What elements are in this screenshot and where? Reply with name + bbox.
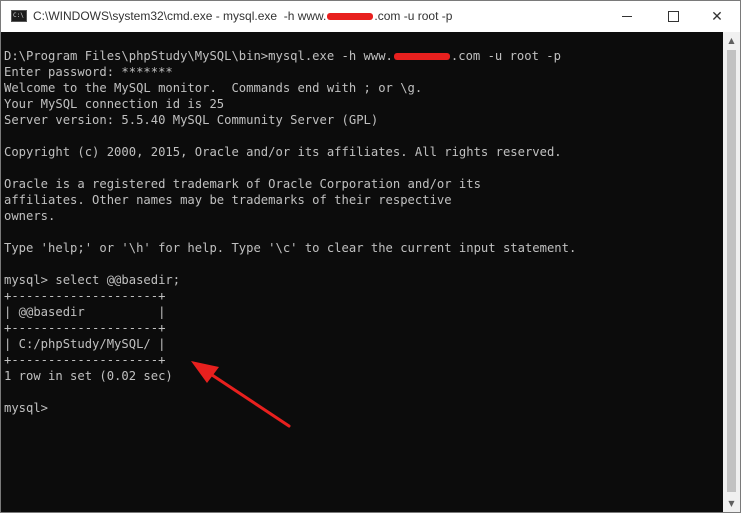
console-line: +--------------------+: [4, 288, 576, 304]
maximize-button[interactable]: [650, 1, 696, 32]
console-line: D:\Program Files\phpStudy\MySQL\bin>mysq…: [4, 48, 576, 64]
console-line-text: D:\Program Files\phpStudy\MySQL\bin>mysq…: [4, 49, 393, 63]
close-icon: ✕: [711, 8, 723, 25]
vertical-scrollbar[interactable]: ▲ ▼: [723, 32, 740, 512]
console-line-text: Enter password: *******: [4, 65, 173, 79]
minimize-icon: [622, 16, 632, 17]
console-line-text: Type 'help;' or '\h' for help. Type '\c'…: [4, 241, 577, 255]
cmd-app-icon[interactable]: C:\: [11, 10, 27, 22]
console-line-text: owners.: [4, 209, 56, 223]
console-line: affiliates. Other names may be trademark…: [4, 192, 576, 208]
console-line: mysql> select @@basedir;: [4, 272, 576, 288]
window-title-suffix: .com -u root -p: [374, 9, 453, 23]
console-line-text: 1 row in set (0.02 sec): [4, 369, 173, 383]
console-line-text: affiliates. Other names may be trademark…: [4, 193, 452, 207]
console-line-text: Welcome to the MySQL monitor. Commands e…: [4, 81, 423, 95]
console-lines: D:\Program Files\phpStudy\MySQL\bin>mysq…: [4, 48, 576, 416]
maximize-icon: [667, 11, 679, 22]
window-title: C:\WINDOWS\system32\cmd.exe - mysql.exe …: [33, 9, 452, 23]
console-line-text: +--------------------+: [4, 353, 166, 367]
console-line: owners.: [4, 208, 576, 224]
scroll-up-arrow-icon[interactable]: ▲: [723, 32, 740, 49]
console-line: Server version: 5.5.40 MySQL Community S…: [4, 112, 576, 128]
console-line: mysql>: [4, 400, 576, 416]
console-line-text: | @@basedir |: [4, 305, 166, 319]
console-line: Enter password: *******: [4, 64, 576, 80]
console-line: | @@basedir |: [4, 304, 576, 320]
console-line-text: +--------------------+: [4, 321, 166, 335]
redaction-mark: [327, 13, 374, 21]
console-line-text: mysql>: [4, 401, 49, 415]
console-line: +--------------------+: [4, 352, 576, 368]
close-button[interactable]: ✕: [694, 1, 740, 32]
console-line-text: +--------------------+: [4, 289, 166, 303]
cmd-app-icon-label: C:\: [13, 12, 24, 19]
console-line: 1 row in set (0.02 sec): [4, 368, 576, 384]
console-line: Copyright (c) 2000, 2015, Oracle and/or …: [4, 144, 576, 160]
console-line-text: mysql> select @@basedir;: [4, 273, 181, 287]
console-line-suffix: .com -u root -p: [450, 49, 561, 63]
minimize-button[interactable]: [604, 1, 650, 32]
console-line: Oracle is a registered trademark of Orac…: [4, 176, 576, 192]
scroll-down-arrow-icon[interactable]: ▼: [723, 495, 740, 512]
window-title-prefix: C:\WINDOWS\system32\cmd.exe - mysql.exe …: [33, 9, 327, 23]
console-line: Welcome to the MySQL monitor. Commands e…: [4, 80, 576, 96]
title-bar[interactable]: C:\ C:\WINDOWS\system32\cmd.exe - mysql.…: [1, 1, 740, 32]
console-line-text: Server version: 5.5.40 MySQL Community S…: [4, 113, 379, 127]
cmd-window: C:\ C:\WINDOWS\system32\cmd.exe - mysql.…: [0, 0, 741, 513]
console-line: Type 'help;' or '\h' for help. Type '\c'…: [4, 240, 576, 256]
console-line-text: | C:/phpStudy/MySQL/ |: [4, 337, 166, 351]
scroll-thumb[interactable]: [727, 50, 736, 492]
console-line: Your MySQL connection id is 25: [4, 96, 576, 112]
redaction-mark: [393, 53, 450, 60]
console-line-text: Oracle is a registered trademark of Orac…: [4, 177, 481, 191]
console-line-text: Your MySQL connection id is 25: [4, 97, 225, 111]
console-line: | C:/phpStudy/MySQL/ |: [4, 336, 576, 352]
console-output[interactable]: D:\Program Files\phpStudy\MySQL\bin>mysq…: [1, 32, 723, 512]
console-line-text: Copyright (c) 2000, 2015, Oracle and/or …: [4, 145, 562, 159]
console-line: +--------------------+: [4, 320, 576, 336]
